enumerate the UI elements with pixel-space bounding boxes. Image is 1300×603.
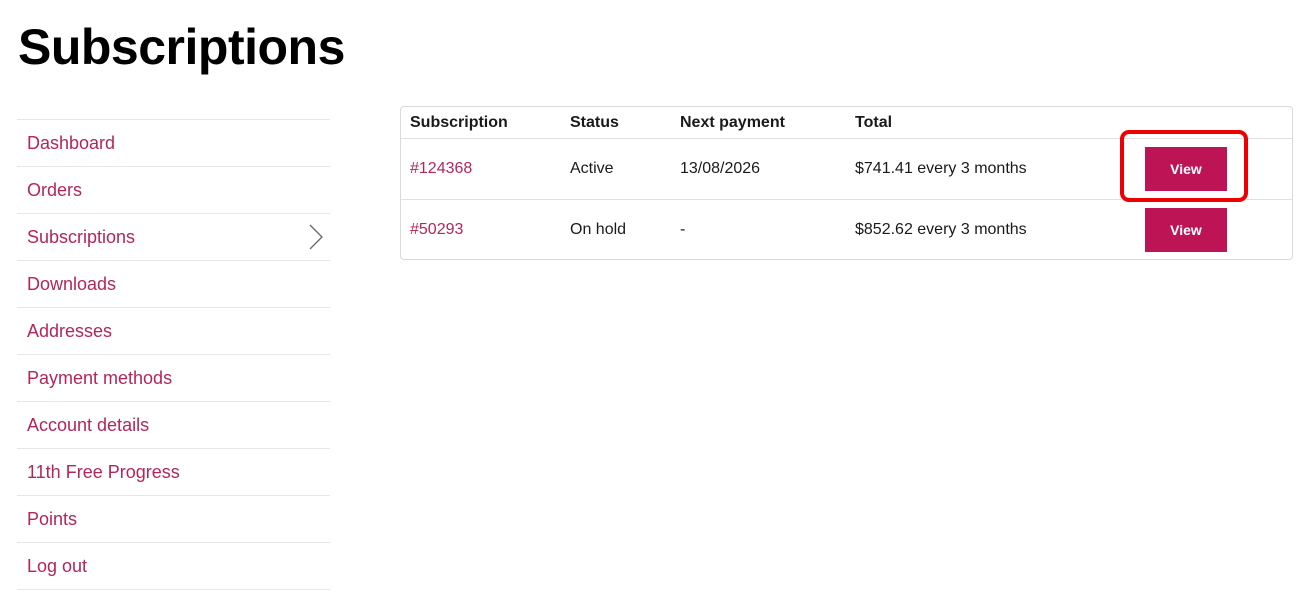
column-header-next-payment: Next payment: [680, 113, 785, 131]
sidebar-item-addresses[interactable]: Addresses: [17, 308, 330, 355]
table-header-row: Subscription Status Next payment Total: [401, 107, 1292, 139]
subscription-next-payment: 13/08/2026: [680, 160, 761, 177]
subscription-id-link[interactable]: #124368: [410, 160, 472, 178]
page-title: Subscriptions: [18, 19, 345, 75]
sidebar-item-dashboard[interactable]: Dashboard: [17, 120, 330, 167]
view-button[interactable]: View: [1145, 208, 1227, 252]
sidebar-item-subscriptions[interactable]: Subscriptions: [17, 214, 330, 261]
sidebar-item-downloads[interactable]: Downloads: [17, 261, 330, 308]
sidebar-item-payment-methods[interactable]: Payment methods: [17, 355, 330, 402]
table-row: #124368 Active 13/08/2026 $741.41 every …: [401, 139, 1292, 200]
sidebar-item-points[interactable]: Points: [17, 496, 330, 543]
sidebar-item-label: Addresses: [27, 320, 113, 341]
sidebar-item-label: 11th Free Progress: [27, 461, 180, 482]
column-header-total: Total: [855, 113, 893, 131]
sidebar-item-label: Subscriptions: [27, 226, 136, 247]
subscription-status: Active: [570, 160, 614, 177]
subscription-total: $852.62 every 3 months: [855, 221, 1027, 238]
column-header-status: Status: [570, 113, 619, 131]
sidebar-item-log-out[interactable]: Log out: [17, 543, 330, 590]
view-button[interactable]: View: [1145, 147, 1227, 191]
subscription-id-link[interactable]: #50293: [410, 221, 463, 239]
column-header-subscription: Subscription: [410, 113, 508, 131]
sidebar-item-orders[interactable]: Orders: [17, 167, 330, 214]
subscription-next-payment: -: [680, 221, 686, 238]
chevron-right-icon: [309, 224, 323, 250]
sidebar-item-label: Points: [27, 508, 78, 529]
sidebar-item-label: Dashboard: [27, 132, 116, 153]
subscription-status: On hold: [570, 221, 627, 238]
sidebar-item-label: Payment methods: [27, 367, 173, 388]
sidebar-item-label: Downloads: [27, 273, 117, 294]
table-row: #50293 On hold - $852.62 every 3 months …: [401, 200, 1292, 260]
sidebar-item-label: Orders: [27, 179, 83, 200]
sidebar-item-label: Log out: [27, 555, 88, 576]
sidebar-item-label: Account details: [27, 414, 150, 435]
sidebar-item-11th-free-progress[interactable]: 11th Free Progress: [17, 449, 330, 496]
subscriptions-table: Subscription Status Next payment Total #…: [400, 106, 1293, 260]
sidebar-item-account-details[interactable]: Account details: [17, 402, 330, 449]
subscription-total: $741.41 every 3 months: [855, 160, 1027, 177]
account-navigation: Dashboard Orders Subscriptions Downloads…: [17, 119, 330, 590]
